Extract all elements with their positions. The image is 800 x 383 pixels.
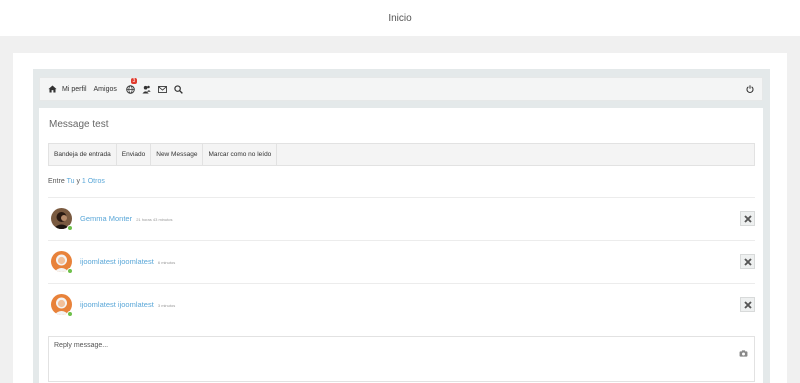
- participant-you-link[interactable]: Tu: [67, 178, 75, 185]
- notification-count-badge: 3: [130, 77, 137, 84]
- participants-prefix: Entre: [48, 178, 65, 185]
- participant-others-link[interactable]: 1 Otros: [82, 178, 105, 185]
- delete-message-button[interactable]: [740, 254, 755, 269]
- message-author-link[interactable]: ijoomlatest ijoomlatest: [80, 257, 154, 266]
- my-profile-link[interactable]: Mi perfil: [62, 78, 87, 100]
- page-title: Inicio: [388, 12, 412, 24]
- message-item: Gemma Monter 21 horas 43 minutos: [48, 197, 755, 240]
- message-time: 21 horas 43 minutos: [136, 217, 173, 222]
- message-time: 6 minutos: [157, 260, 176, 265]
- reply-message-input[interactable]: [54, 342, 724, 349]
- participants-and: y: [76, 178, 80, 185]
- power-icon[interactable]: [746, 78, 754, 100]
- top-header: Inicio: [0, 0, 800, 36]
- friends-link[interactable]: Amigos: [94, 78, 117, 100]
- home-icon[interactable]: [46, 78, 59, 100]
- tab-mark-unread[interactable]: Marcar como no leído: [203, 144, 278, 165]
- close-icon: [743, 253, 752, 271]
- message-item: ijoomlatest ijoomlatest 6 minutos: [48, 240, 755, 283]
- message-author-link[interactable]: ijoomlatest ijoomlatest: [80, 300, 154, 309]
- content-wrapper: Mi perfil Amigos 3 Message test Bandeja …: [13, 53, 787, 383]
- message-tabs: Bandeja de entrada Enviado New Message M…: [48, 143, 755, 166]
- community-toolbar: Mi perfil Amigos 3: [39, 77, 763, 101]
- online-status-dot: [67, 225, 73, 231]
- tab-inbox[interactable]: Bandeja de entrada: [49, 144, 117, 165]
- tab-sent[interactable]: Enviado: [117, 144, 152, 165]
- globe-notifications-icon[interactable]: 3: [124, 78, 137, 100]
- message-author-link[interactable]: Gemma Monter: [80, 214, 132, 223]
- message-panel: Message test Bandeja de entrada Enviado …: [39, 108, 763, 383]
- close-icon: [743, 210, 752, 228]
- reply-box: [48, 336, 755, 382]
- participants-line: Entre Tu y 1 Otros: [48, 178, 105, 185]
- online-status-dot: [67, 311, 73, 317]
- close-icon: [743, 296, 752, 314]
- search-icon[interactable]: [172, 78, 185, 100]
- camera-icon[interactable]: [739, 344, 748, 362]
- delete-message-button[interactable]: [740, 297, 755, 312]
- delete-message-button[interactable]: [740, 211, 755, 226]
- envelope-icon[interactable]: [156, 78, 169, 100]
- friend-requests-icon[interactable]: [140, 78, 153, 100]
- online-status-dot: [67, 268, 73, 274]
- conversation-title: Message test: [49, 119, 109, 130]
- message-item: ijoomlatest ijoomlatest 3 minutos: [48, 283, 755, 326]
- tab-new-message[interactable]: New Message: [151, 144, 204, 165]
- message-time: 3 minutos: [157, 303, 176, 308]
- community-container: Mi perfil Amigos 3 Message test Bandeja …: [33, 69, 770, 383]
